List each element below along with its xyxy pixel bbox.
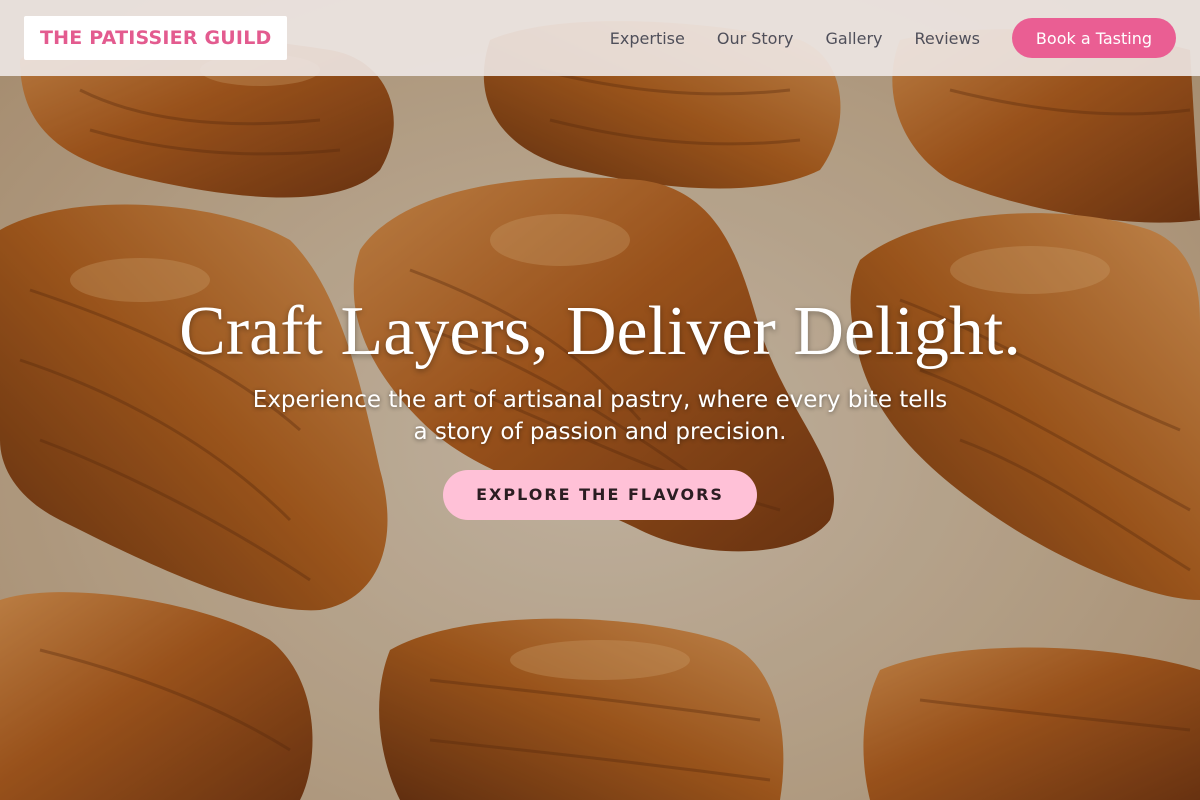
hero-headline: Craft Layers, Deliver Delight. [179,293,1021,370]
nav-link-expertise[interactable]: Expertise [610,29,685,48]
nav-link-reviews[interactable]: Reviews [915,29,980,48]
main-nav: Expertise Our Story Gallery Reviews Book… [610,18,1176,58]
nav-link-our-story[interactable]: Our Story [717,29,794,48]
brand-logo[interactable]: THE PATISSIER GUILD [24,16,288,60]
book-tasting-button[interactable]: Book a Tasting [1011,18,1176,58]
explore-flavors-button[interactable]: EXPLORE THE FLAVORS [443,470,757,520]
top-navigation-bar: THE PATISSIER GUILD Expertise Our Story … [0,0,1200,76]
hero-subheadline: Experience the art of artisanal pastry, … [252,387,948,445]
nav-link-gallery[interactable]: Gallery [826,29,883,48]
hero-content: Craft Layers, Deliver Delight. Experienc… [0,292,1200,520]
